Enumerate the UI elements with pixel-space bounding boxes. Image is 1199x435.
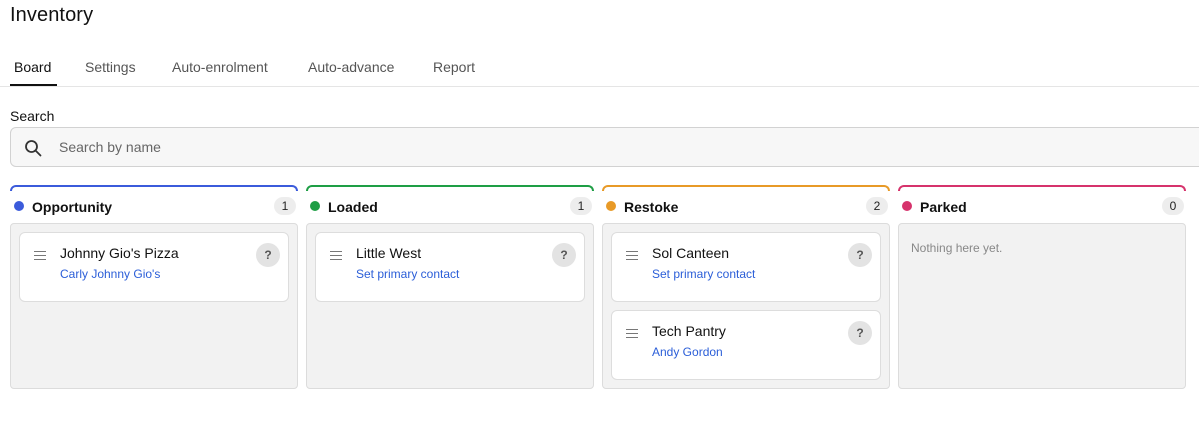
tab-auto-advance[interactable]: Auto-advance [308,59,394,75]
drag-handle-icon[interactable] [330,251,342,261]
deal-card[interactable]: Johnny Gio's Pizza Carly Johnny Gio's ? [19,232,289,302]
tab-board[interactable]: Board [14,59,51,75]
deal-card[interactable]: Tech Pantry Andy Gordon ? [611,310,881,380]
status-dot [14,201,24,211]
column-drop-zone: Nothing here yet. [898,223,1186,389]
column-title: Parked [920,199,967,215]
column-loaded: Loaded 1 Little West Set primary contact… [306,185,594,389]
tab-auto-enrolment[interactable]: Auto-enrolment [172,59,268,75]
column-title: Loaded [328,199,378,215]
column-count-badge: 1 [570,197,592,215]
empty-state-text: Nothing here yet. [911,241,1003,255]
status-dot [310,201,320,211]
page-title: Inventory [10,4,94,26]
card-contact-link[interactable]: Andy Gordon [652,345,723,359]
help-button[interactable]: ? [552,243,576,267]
set-primary-contact-link[interactable]: Set primary contact [652,267,755,281]
search-box [10,127,1199,167]
search-input[interactable] [51,128,1199,166]
tab-settings[interactable]: Settings [85,59,136,75]
column-header: Restoke 2 [602,191,890,223]
column-header: Parked 0 [898,191,1186,223]
search-label: Search [10,108,55,124]
column-drop-zone: Johnny Gio's Pizza Carly Johnny Gio's ? [10,223,298,389]
card-contact-link[interactable]: Carly Johnny Gio's [60,267,160,281]
tab-report[interactable]: Report [433,59,475,75]
column-count-badge: 1 [274,197,296,215]
column-header: Loaded 1 [306,191,594,223]
column-drop-zone: Little West Set primary contact ? [306,223,594,389]
status-dot [606,201,616,211]
help-button[interactable]: ? [848,321,872,345]
set-primary-contact-link[interactable]: Set primary contact [356,267,459,281]
active-tab-indicator [10,84,57,86]
column-drop-zone: Sol Canteen Set primary contact ? Tech P… [602,223,890,389]
drag-handle-icon[interactable] [626,251,638,261]
card-title: Sol Canteen [652,245,730,261]
drag-handle-icon[interactable] [34,251,46,261]
column-title: Opportunity [32,199,113,215]
help-button[interactable]: ? [256,243,280,267]
column-opportunity: Opportunity 1 Johnny Gio's Pizza Carly J… [10,185,298,389]
search-icon [25,140,42,157]
column-restoke: Restoke 2 Sol Canteen Set primary contac… [602,185,890,389]
deal-card[interactable]: Little West Set primary contact ? [315,232,585,302]
column-title: Restoke [624,199,679,215]
card-title: Tech Pantry [652,323,726,339]
status-dot [902,201,912,211]
drag-handle-icon[interactable] [626,329,638,339]
deal-card[interactable]: Sol Canteen Set primary contact ? [611,232,881,302]
card-title: Johnny Gio's Pizza [60,245,179,261]
column-header: Opportunity 1 [10,191,298,223]
column-count-badge: 0 [1162,197,1184,215]
card-title: Little West [356,245,422,261]
column-parked: Parked 0 Nothing here yet. [898,185,1186,389]
column-count-badge: 2 [866,197,888,215]
help-button[interactable]: ? [848,243,872,267]
tab-bar: Board Settings Auto-enrolment Auto-advan… [0,50,1199,87]
